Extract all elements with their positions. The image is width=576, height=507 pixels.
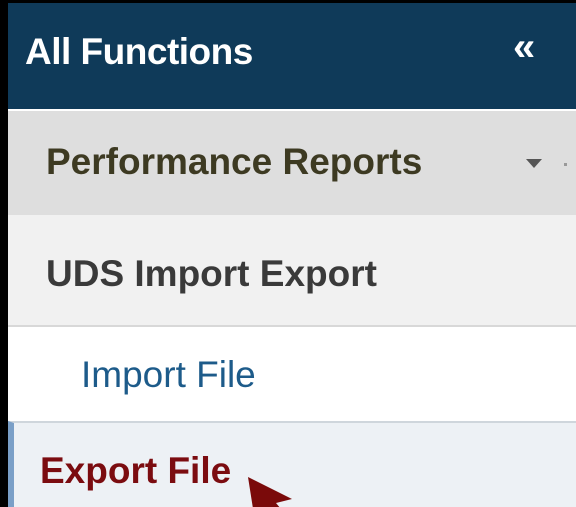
double-chevron-left-icon[interactable]: « [513,27,535,67]
side-menu-panel: All Functions « Performance Reports UDS … [0,0,576,507]
menu-title: All Functions [25,31,253,72]
menu-section-label: UDS Import Export [46,253,377,294]
menu-section-uds-import-export[interactable]: UDS Import Export [8,215,576,327]
menu-item-performance-reports[interactable]: Performance Reports [8,111,576,215]
caret-down-icon[interactable] [526,159,542,168]
annotation-arrow-icon [248,477,292,507]
menu-item-label: Import File [81,354,256,395]
menu-header: All Functions « [8,3,576,109]
scroll-edge-icon [564,163,567,166]
menu-item-label: Performance Reports [46,141,423,182]
menu-item-import-file[interactable]: Import File [8,327,576,421]
menu-item-label: Export File [40,450,232,491]
